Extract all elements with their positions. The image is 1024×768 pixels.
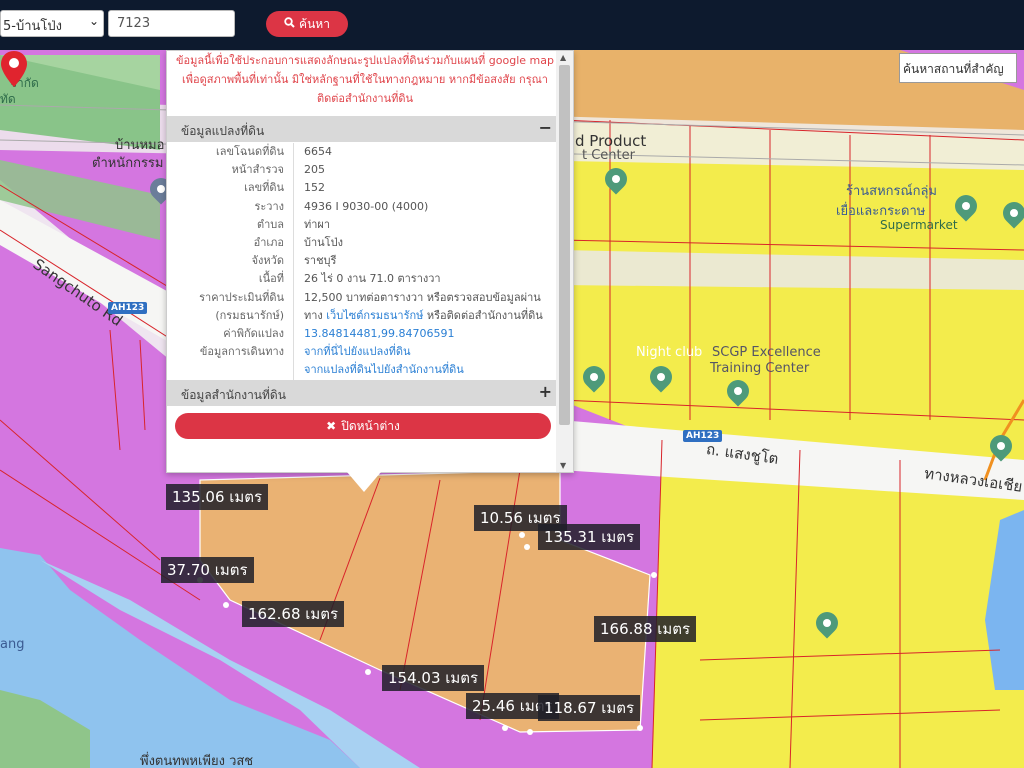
info-row: อำเภอ บ้านโป่ง <box>167 234 558 253</box>
close-button-label: ปิดหน้าต่าง <box>341 418 400 433</box>
parcel-section-header[interactable]: ข้อมูลแปลงที่ดิน − <box>167 116 558 142</box>
treasury-website-link[interactable]: เว็บไซต์กรมธนารักษ์ <box>326 309 423 322</box>
coordinates-link[interactable]: 13.84814481,99.84706591 <box>304 327 454 340</box>
info-value: จากแปลงที่ดินไปยังสำนักงานที่ดิน <box>294 361 464 379</box>
info-value: 26 ไร่ 0 งาน 71.0 ตารางวา <box>304 272 441 286</box>
info-value-prefix: ทาง <box>304 308 327 322</box>
info-key: จังหวัด <box>167 252 294 271</box>
info-key: เลขโฉนดที่ดิน <box>167 143 294 162</box>
info-row: เลขที่ดิน 152 <box>167 179 558 198</box>
info-key: ตำบล <box>167 215 294 235</box>
location-pin-icon[interactable] <box>0 50 28 88</box>
info-row: ระวาง 4936 I 9030-00 (4000) <box>167 197 558 216</box>
info-value: ท่าผา <box>304 217 331 231</box>
parcel-info-popup: ข้อมูลนี้เพื่อใช้ประกอบการแสดงลักษณะรูปแ… <box>166 50 574 473</box>
info-row: เลขโฉนดที่ดิน 6654 <box>167 143 558 162</box>
info-value: 13.84814481,99.84706591 <box>294 325 454 343</box>
map-label-scgp-1: SCGP Excellence <box>712 345 821 360</box>
measurement-label: 166.88 เมตร <box>594 616 697 642</box>
info-key: อำเภอ <box>167 234 294 253</box>
office-section-header[interactable]: ข้อมูลสำนักงานที่ดิน + <box>167 380 558 406</box>
info-key: ราคาประเมินที่ดิน <box>167 288 294 307</box>
info-row: จังหวัด ราชบุรี <box>167 252 558 271</box>
info-value: 12,500 บาทต่อตารางวา หรือตรวจสอบข้อมูลผ่… <box>304 290 541 304</box>
search-button[interactable]: ค้นหา <box>266 11 348 37</box>
top-toolbar: 5-บ้านโป่ง ⌄ 7123 ค้นหา <box>0 0 1024 50</box>
info-value: ราชบุรี <box>304 254 337 268</box>
popup-scrollbar[interactable]: ▲ ▼ <box>556 51 573 472</box>
info-key: ค่าพิกัดแปลง <box>167 325 294 344</box>
info-row: ข้อมูลการเดินทาง จากที่นี่ไปยังแปลงที่ดิน <box>167 343 558 362</box>
collapse-icon[interactable]: − <box>539 118 552 137</box>
info-value: ทาง เว็บไซต์กรมธนารักษ์ หรือติดต่อสำนักง… <box>294 307 543 325</box>
chevron-down-icon: ⌄ <box>88 14 99 28</box>
info-row: ค่าพิกัดแปลง 13.84814481,99.84706591 <box>167 325 558 344</box>
district-select-value: 5-บ้านโป่ง <box>3 19 62 34</box>
info-value-suffix: หรือติดต่อสำนักงานที่ดิน <box>423 308 543 322</box>
map-label-left-4: ตำหนักกรรม <box>92 156 164 171</box>
info-key: เนื้อที่ <box>167 270 294 289</box>
info-key: ระวาง <box>167 197 294 216</box>
measurement-label: 162.68 เมตร <box>242 601 345 627</box>
info-row: ราคาประเมินที่ดิน 12,500 บาทต่อตารางวา หร… <box>167 288 558 307</box>
highway-shield-1: AH123 <box>108 302 148 314</box>
map-label-nightclub: Night club <box>636 345 703 360</box>
measurement-label: 135.31 เมตร <box>538 524 641 550</box>
info-row: เนื้อที่ 26 ไร่ 0 งาน 71.0 ตารางวา <box>167 270 558 289</box>
map-label-store-3: Supermarket <box>880 218 958 232</box>
map-label-left-2: ทัด <box>0 92 16 106</box>
measurement-label: 154.03 เมตร <box>382 665 485 691</box>
search-icon <box>284 17 295 31</box>
info-value: 152 <box>304 181 325 195</box>
info-key: (กรมธนารักษ์) <box>167 306 294 326</box>
parcel-section-title: ข้อมูลแปลงที่ดิน <box>181 124 265 138</box>
district-select[interactable]: 5-บ้านโป่ง ⌄ <box>0 10 104 37</box>
map-label-bottom: พึ่งตนทพหเพียง วสช <box>140 754 254 768</box>
info-value: จากที่นี่ไปยังแปลงที่ดิน <box>294 343 410 361</box>
info-row: จากแปลงที่ดินไปยังสำนักงานที่ดิน <box>167 361 558 380</box>
measurement-label: 37.70 เมตร <box>161 557 254 583</box>
map-label-store-1: ร้านสหกรณ์กลุ่ม <box>846 184 937 199</box>
scrollbar-thumb[interactable] <box>559 65 570 425</box>
info-row: หน้าสำรวจ 205 <box>167 161 558 180</box>
parcel-info-table: เลขโฉนดที่ดิน 6654 หน้าสำรวจ 205 เลขที่ดิน… <box>167 143 558 380</box>
info-row: (กรมธนารักษ์) ทาง เว็บไซต์กรมธนารักษ์ หรื… <box>167 306 558 326</box>
info-key: หน้าสำรวจ <box>167 161 294 180</box>
info-value: 6654 <box>304 145 332 158</box>
disclaimer-notice: ข้อมูลนี้เพื่อใช้ประกอบการแสดงลักษณะรูปแ… <box>176 54 554 105</box>
scroll-down-icon[interactable]: ▼ <box>560 461 566 470</box>
info-row: ตำบล ท่าผา <box>167 215 558 235</box>
info-key: ข้อมูลการเดินทาง <box>167 343 294 362</box>
parcel-number-input[interactable]: 7123 <box>108 10 235 37</box>
scroll-up-icon[interactable]: ▲ <box>560 53 566 62</box>
info-value: 4936 I 9030-00 (4000) <box>304 199 429 213</box>
info-key <box>167 361 294 380</box>
expand-icon[interactable]: + <box>539 382 552 401</box>
popup-tail <box>347 472 381 492</box>
close-window-button[interactable]: ✖ ปิดหน้าต่าง <box>175 413 551 439</box>
map-label-scgp-2: Training Center <box>710 361 810 376</box>
map-label-product-2: t Center <box>582 148 635 163</box>
office-section-title: ข้อมูลสำนักงานที่ดิน <box>181 388 286 402</box>
measurement-label: 118.67 เมตร <box>538 695 641 721</box>
landmark-search-input[interactable]: ค้นหาสถานที่สำคัญ <box>899 53 1017 83</box>
directions-to-office-link[interactable]: จากแปลงที่ดินไปยังสำนักงานที่ดิน <box>304 363 464 376</box>
info-value: บ้านโป่ง <box>304 236 343 250</box>
map-label-river: ang <box>0 637 25 652</box>
directions-to-parcel-link[interactable]: จากที่นี่ไปยังแปลงที่ดิน <box>304 345 410 358</box>
info-key: เลขที่ดิน <box>167 179 294 198</box>
measurement-label: 135.06 เมตร <box>166 484 269 510</box>
close-icon: ✖ <box>326 419 337 433</box>
info-value: 205 <box>304 163 325 177</box>
search-button-label: ค้นหา <box>299 16 330 31</box>
